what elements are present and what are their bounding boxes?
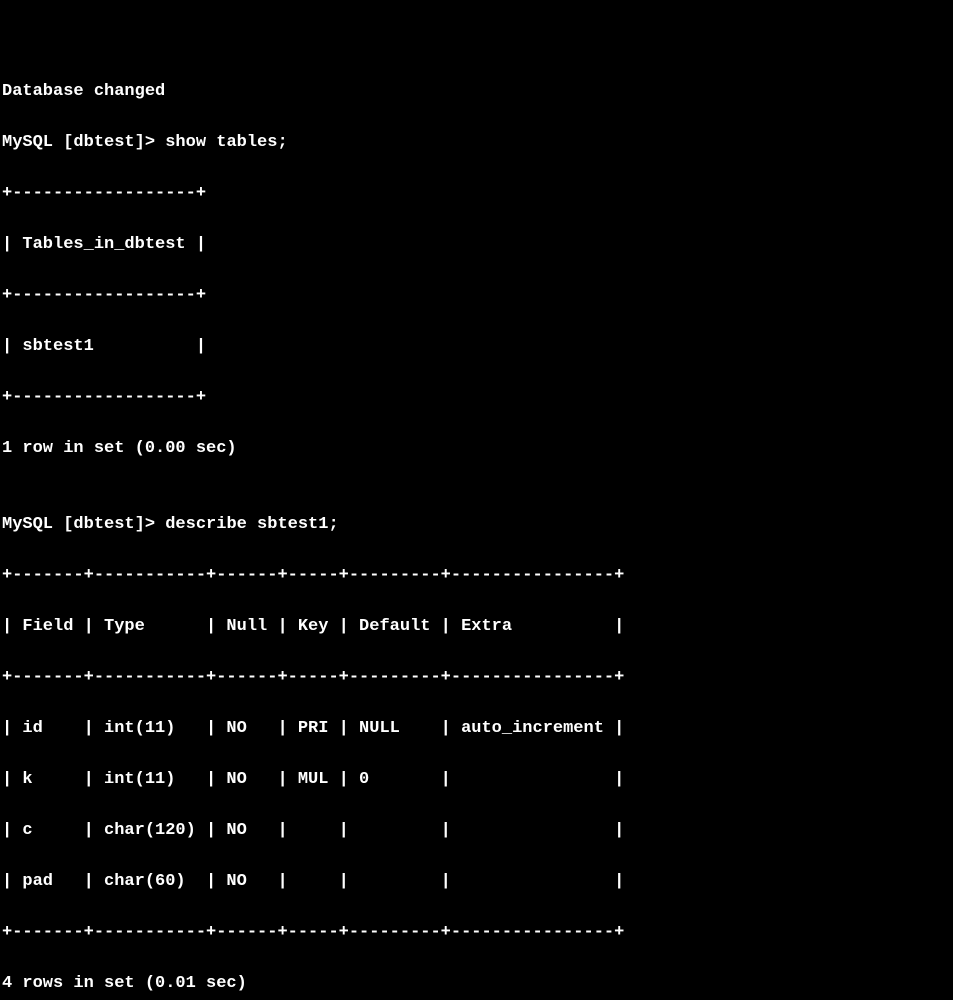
prompt-line-1: MySQL [dbtest]> show tables; (2, 130, 951, 156)
table1-row: | sbtest1 | (2, 334, 951, 360)
table2-row-pad: | pad | char(60) | NO | | | | (2, 869, 951, 895)
result-summary-2: 4 rows in set (0.01 sec) (2, 971, 951, 997)
status-message: Database changed (2, 79, 951, 105)
sql-command: show tables; (165, 133, 287, 152)
table2-border-top: +-------+-----------+------+-----+------… (2, 563, 951, 589)
table1-border-top: +------------------+ (2, 181, 951, 207)
table1-border-bottom: +------------------+ (2, 385, 951, 411)
table2-header: | Field | Type | Null | Key | Default | … (2, 614, 951, 640)
table2-border-mid: +-------+-----------+------+-----+------… (2, 665, 951, 691)
result-summary-1: 1 row in set (0.00 sec) (2, 436, 951, 462)
sql-prompt: MySQL [dbtest]> (2, 133, 165, 152)
prompt-line-2: MySQL [dbtest]> describe sbtest1; (2, 512, 951, 538)
sql-prompt: MySQL [dbtest]> (2, 515, 165, 534)
table1-header: | Tables_in_dbtest | (2, 232, 951, 258)
table1-border-mid: +------------------+ (2, 283, 951, 309)
table2-row-id: | id | int(11) | NO | PRI | NULL | auto_… (2, 716, 951, 742)
table2-border-bottom: +-------+-----------+------+-----+------… (2, 920, 951, 946)
sql-command: describe sbtest1; (165, 515, 338, 534)
table2-row-c: | c | char(120) | NO | | | | (2, 818, 951, 844)
table2-row-k: | k | int(11) | NO | MUL | 0 | | (2, 767, 951, 793)
